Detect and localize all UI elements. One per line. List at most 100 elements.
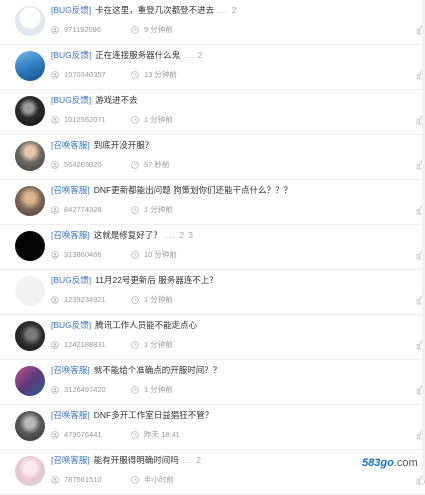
- post-time: 13 分钟前: [144, 70, 177, 79]
- post-pagination[interactable]: ... 2 3: [166, 230, 194, 240]
- post-time: 1 分钟前: [144, 340, 173, 349]
- post-time: 9 分钟前: [144, 25, 173, 34]
- post-title-line[interactable]: [BUG反馈] 正在连接服务器什么鬼 ... 2: [51, 49, 203, 61]
- user-icon: [51, 206, 59, 217]
- post-tag[interactable]: [BUG反馈]: [51, 275, 91, 285]
- post-title-line[interactable]: [召唤客服] DNF多开工作室日益猖狂不管？: [51, 409, 217, 421]
- list-item[interactable]: [召唤客服] DNF更新都能出问题 狗策划你们还能干点什么？？？ 842774328…: [0, 180, 425, 225]
- avatar[interactable]: [15, 456, 45, 486]
- post-title-link[interactable]: DNF更新都能出问题 狗策划你们还能干点什么？？？: [94, 185, 292, 195]
- clock-icon: [131, 296, 139, 307]
- post-author-id[interactable]: 1070340357: [64, 70, 106, 79]
- post-author-id[interactable]: 1242188831: [64, 340, 106, 349]
- post-title-link[interactable]: 就不能给个准确点的开服时间？？: [94, 365, 222, 375]
- clock-icon: [131, 26, 139, 37]
- avatar[interactable]: [15, 96, 45, 126]
- post-author-id[interactable]: 479076441: [64, 430, 102, 439]
- post-time: 57 秒前: [144, 160, 170, 169]
- list-item[interactable]: [召唤客服] 就不能给个准确点的开服时间？？ 3126497420 1 分钟前: [0, 360, 425, 405]
- post-tag[interactable]: [召唤客服]: [51, 230, 90, 240]
- user-icon: [51, 386, 59, 397]
- avatar[interactable]: [15, 51, 45, 81]
- post-tag[interactable]: [召唤客服]: [51, 140, 90, 150]
- post-time: 1 分钟前: [144, 295, 173, 304]
- post-tag[interactable]: [BUG反馈]: [51, 5, 91, 15]
- post-time: 昨天 18:41: [144, 430, 180, 439]
- user-icon: [51, 476, 59, 487]
- post-title-line[interactable]: [BUG反馈] 游戏进不去: [51, 94, 142, 106]
- post-title-link[interactable]: 卡在这里，重登几次都登不进去: [95, 5, 214, 15]
- avatar[interactable]: [15, 231, 45, 261]
- post-author-id[interactable]: 1239234921: [64, 295, 106, 304]
- list-item[interactable]: [召唤客服] 到底开没开服？ 564203020 57 秒前: [0, 135, 425, 180]
- list-item[interactable]: [BUG反馈] 11月22号更新后 服务器连不上？ 1239234921 1 分钟前: [0, 270, 425, 315]
- post-tag[interactable]: [召唤客服]: [51, 365, 90, 375]
- post-title-link[interactable]: 游戏进不去: [95, 95, 138, 105]
- post-time: 1 分钟前: [144, 205, 173, 214]
- user-icon: [51, 26, 59, 37]
- post-title-line[interactable]: [召唤客服] 这就是修复好了？ ... 2 3: [51, 229, 194, 241]
- avatar[interactable]: [15, 321, 45, 351]
- user-icon: [51, 116, 59, 127]
- avatar[interactable]: [15, 6, 45, 36]
- list-item[interactable]: [BUG反馈] 正在连接服务器什么鬼 ... 2 1070340357 13 分钟前: [0, 45, 425, 90]
- clock-icon: [131, 341, 139, 352]
- list-item[interactable]: [召唤客服] DNF多开工作室日益猖狂不管？ 479076441 昨天 18:41: [0, 405, 425, 450]
- post-pagination[interactable]: ... 2: [184, 50, 203, 60]
- post-title-line[interactable]: [召唤客服] DNF更新都能出问题 狗策划你们还能干点什么？？？: [51, 184, 296, 196]
- user-icon: [51, 296, 59, 307]
- post-time: 10 分钟前: [144, 250, 177, 259]
- post-author-id[interactable]: 842774328: [64, 205, 102, 214]
- clock-icon: [131, 206, 139, 217]
- clock-icon: [131, 161, 139, 172]
- post-pagination[interactable]: ... 2: [218, 5, 237, 15]
- clock-icon: [131, 476, 139, 487]
- user-icon: [51, 71, 59, 82]
- post-title-line[interactable]: [BUG反馈] 腾讯工作人员能不能走点心: [51, 319, 201, 331]
- list-item[interactable]: [BUG反馈] 卡在这里，重登几次都登不进去 ... 2 971192096 9 分钟前: [0, 0, 425, 45]
- list-item[interactable]: [BUG反馈] 腾讯工作人员能不能走点心 1242188831 1 分钟前: [0, 315, 425, 360]
- post-title-link[interactable]: 11月22号更新后 服务器连不上？: [95, 275, 218, 285]
- post-title-link[interactable]: 腾讯工作人员能不能走点心: [95, 320, 197, 330]
- post-time: 1 分钟前: [144, 385, 173, 394]
- watermark-part1: 583go: [362, 457, 394, 469]
- user-icon: [51, 161, 59, 172]
- avatar[interactable]: [15, 276, 45, 306]
- post-title-line[interactable]: [BUG反馈] 卡在这里，重登几次都登不进去 ... 2: [51, 4, 237, 16]
- post-time: 1 分钟前: [144, 115, 173, 124]
- post-title-line[interactable]: [BUG反馈] 11月22号更新后 服务器连不上？: [51, 274, 222, 286]
- post-title-link[interactable]: DNF多开工作室日益猖狂不管？: [94, 410, 213, 420]
- post-author-id[interactable]: 971192096: [64, 25, 101, 34]
- user-icon: [51, 341, 59, 352]
- avatar[interactable]: [15, 186, 45, 216]
- post-author-id[interactable]: 564203020: [64, 160, 102, 169]
- post-list: [BUG反馈] 卡在这里，重登几次都登不进去 ... 2 971192096 9 分钟前…: [0, 0, 425, 495]
- post-author-id[interactable]: 3126497420: [64, 385, 106, 394]
- post-title-link[interactable]: 到底开没开服？: [94, 140, 154, 150]
- list-item[interactable]: [召唤客服] 这就是修复好了？ ... 2 3 313860466 10 分钟前: [0, 225, 425, 270]
- post-title-link[interactable]: 正在连接服务器什么鬼: [95, 50, 180, 60]
- post-author-id[interactable]: 313860466: [64, 250, 102, 259]
- post-title-line[interactable]: [召唤客服] 就不能给个准确点的开服时间？？: [51, 364, 225, 376]
- list-item[interactable]: [BUG反馈] 游戏进不去 1012562071 1 分钟前: [0, 90, 425, 135]
- post-title-line[interactable]: [召唤客服] 能有开服得明确时间吗 ... 2: [51, 454, 202, 466]
- clock-icon: [131, 431, 139, 442]
- post-tag[interactable]: [召唤客服]: [51, 185, 90, 195]
- post-title-link[interactable]: 能有开服得明确时间吗: [94, 455, 179, 465]
- post-tag[interactable]: [BUG反馈]: [51, 320, 91, 330]
- post-pagination[interactable]: ... 2: [183, 455, 202, 465]
- post-tag[interactable]: [BUG反馈]: [51, 50, 91, 60]
- post-author-id[interactable]: 1012562071: [64, 115, 106, 124]
- post-tag[interactable]: [召唤客服]: [51, 455, 90, 465]
- site-watermark: 583go.com: [362, 457, 418, 469]
- post-tag[interactable]: [召唤客服]: [51, 410, 90, 420]
- avatar[interactable]: [15, 141, 45, 171]
- clock-icon: [131, 116, 139, 127]
- avatar[interactable]: [15, 366, 45, 396]
- post-title-line[interactable]: [召唤客服] 到底开没开服？: [51, 139, 157, 151]
- clock-icon: [131, 386, 139, 397]
- post-title-link[interactable]: 这就是修复好了？: [94, 230, 162, 240]
- avatar[interactable]: [15, 411, 45, 441]
- post-tag[interactable]: [BUG反馈]: [51, 95, 91, 105]
- clock-icon: [131, 251, 139, 262]
